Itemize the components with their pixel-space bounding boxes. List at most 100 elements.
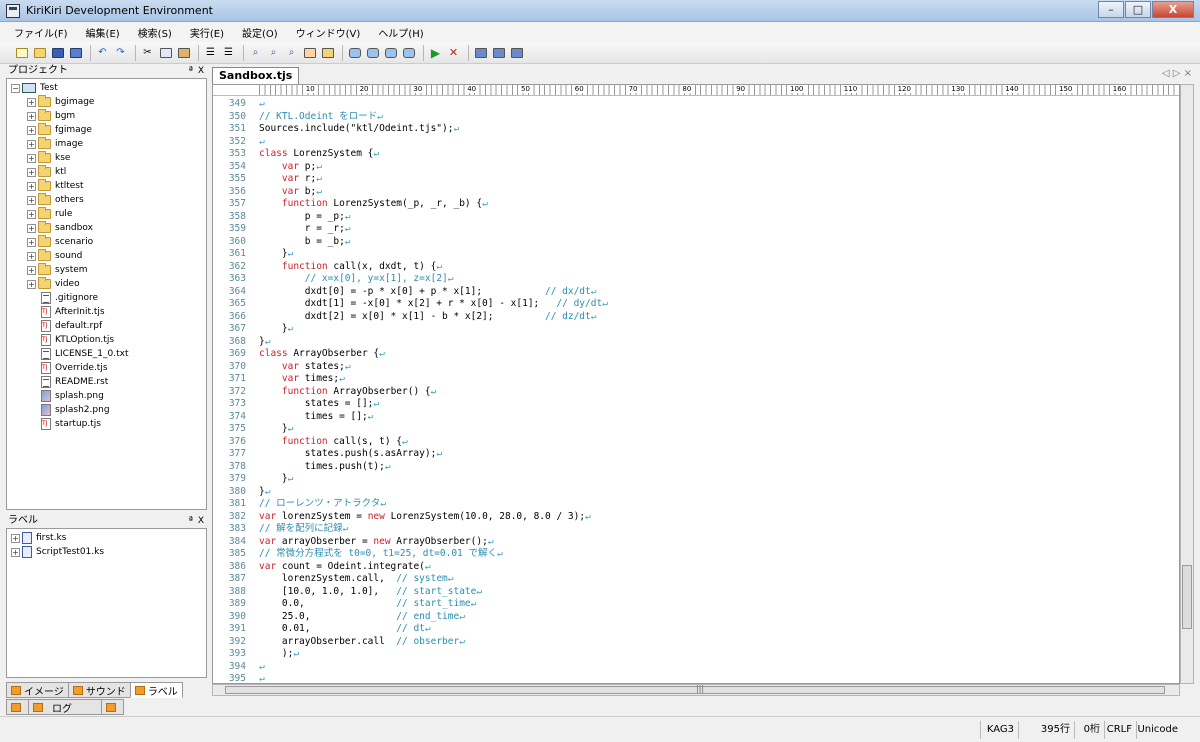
tree-folder[interactable]: + bgimage [27, 95, 94, 109]
code-line[interactable]: 387 lorenzSystem.call, // system↵ [213, 573, 1179, 586]
tool-1-icon[interactable] [473, 45, 488, 60]
expand-icon[interactable]: + [27, 111, 36, 121]
tree-folder[interactable]: + rule [27, 207, 72, 221]
label-file-item[interactable]: + first.ks [11, 531, 66, 545]
code-line[interactable]: 367 }↵ [213, 323, 1179, 336]
tree-root[interactable]: − Test [11, 81, 58, 95]
panel-close-icon[interactable]: X [198, 64, 204, 78]
code-line[interactable]: 389 0.0, // start_time↵ [213, 598, 1179, 611]
code-line[interactable]: 364 dxdt[0] = -p * x[0] + p * x[1]; // d… [213, 286, 1179, 299]
find-prev-icon[interactable]: ⌕ [284, 45, 299, 60]
menu-run[interactable]: 実行(E) [188, 23, 226, 42]
copy-icon[interactable] [158, 45, 173, 60]
code-line[interactable]: 385 // 常微分方程式を t0=0, t1=25, dt=0.01 で解く↵ [213, 548, 1179, 561]
cut-icon[interactable]: ✂ [140, 45, 155, 60]
code-line[interactable]: 368}↵ [213, 336, 1179, 349]
vertical-scrollbar[interactable] [1180, 84, 1194, 684]
code-line[interactable]: 394 ↵ [213, 661, 1179, 674]
expand-icon[interactable]: + [27, 167, 36, 177]
code-line[interactable]: 358 p = _p;↵ [213, 211, 1179, 224]
run-icon[interactable]: ▶ [428, 45, 443, 60]
code-line[interactable]: 379 }↵ [213, 473, 1179, 486]
expand-icon[interactable]: + [27, 265, 36, 275]
code-line[interactable]: 357 function LorenzSystem(_p, _r, _b) {↵ [213, 198, 1179, 211]
code-line[interactable]: 353 class LorenzSystem {↵ [213, 148, 1179, 161]
expand-icon[interactable]: + [27, 181, 36, 191]
code-line[interactable]: 370 var states;↵ [213, 361, 1179, 374]
label-tree[interactable]: + first.ks + ScriptTest01.ks [6, 528, 207, 678]
code-line[interactable]: 378 times.push(t);↵ [213, 461, 1179, 474]
minimize-button[interactable]: – [1098, 1, 1124, 18]
code-line[interactable]: 355 var r;↵ [213, 173, 1179, 186]
tree-folder[interactable]: + system [27, 263, 88, 277]
menu-help[interactable]: ヘルプ(H) [376, 23, 425, 42]
pin-icon[interactable]: ª [189, 64, 193, 78]
expand-icon[interactable]: + [11, 547, 20, 557]
log-tab[interactable]: ログ [28, 699, 102, 715]
redo-icon[interactable]: ↷ [113, 45, 128, 60]
undo-icon[interactable]: ↶ [95, 45, 110, 60]
code-line[interactable]: 381 // ローレンツ・アトラクタ↵ [213, 498, 1179, 511]
tree-file[interactable]: splash2.png [41, 403, 110, 417]
code-line[interactable]: 374 times = [];↵ [213, 411, 1179, 424]
tree-folder[interactable]: + kse [27, 151, 70, 165]
expand-icon[interactable]: + [27, 251, 36, 261]
code-line[interactable]: 363 // x=x[0], y=x[1], z=x[2]↵ [213, 273, 1179, 286]
code-editor[interactable]: 10 20 30 40 50 60 70 80 90 100 110 120 130 140 150 160 … [212, 84, 1180, 684]
tree-folder[interactable]: + image [27, 137, 83, 151]
menu-settings[interactable]: 設定(O) [240, 23, 280, 42]
code-line[interactable]: 366 dxdt[2] = x[0] * x[1] - b * x[2]; //… [213, 311, 1179, 324]
expand-icon[interactable]: + [27, 139, 36, 149]
code-line[interactable]: 388 [10.0, 1.0, 1.0], // start_state↵ [213, 586, 1179, 599]
menu-file[interactable]: ファイル(F) [12, 23, 70, 42]
indent-icon[interactable]: ☰ [203, 45, 218, 60]
code-line[interactable]: 377 states.push(s.asArray);↵ [213, 448, 1179, 461]
window-4-icon[interactable] [401, 45, 416, 60]
code-line[interactable]: 380}↵ [213, 486, 1179, 499]
maximize-button[interactable]: □ [1125, 1, 1151, 18]
code-line[interactable]: 371 var times;↵ [213, 373, 1179, 386]
code-line[interactable]: 392 arrayObserber.call // obserber↵ [213, 636, 1179, 649]
horizontal-scroll-thumb[interactable]: ||| [225, 684, 1165, 694]
tree-file[interactable]: KTLOption.tjs [41, 333, 114, 347]
code-line[interactable]: 350 // KTL.Odeint をロード↵ [213, 111, 1179, 124]
new-file-icon[interactable] [14, 45, 29, 60]
tree-file[interactable]: splash.png [41, 389, 104, 403]
replace-icon[interactable] [302, 45, 317, 60]
code-line[interactable]: 361 }↵ [213, 248, 1179, 261]
expand-icon[interactable]: + [27, 153, 36, 163]
expand-icon[interactable]: + [27, 97, 36, 107]
menu-window[interactable]: ウィンドウ(V) [294, 23, 363, 42]
tree-folder[interactable]: + fgimage [27, 123, 92, 137]
editor-tab[interactable]: Sandbox.tjs [212, 67, 300, 84]
tree-file[interactable]: README.rst [41, 375, 108, 389]
project-tree[interactable]: − Test + bgimage + bgm + fgimage + image + kse + kt… [6, 78, 207, 510]
window-3-icon[interactable] [383, 45, 398, 60]
tree-file[interactable]: default.rpf [41, 319, 102, 333]
code-line[interactable]: 386 var count = Odeint.integrate(↵ [213, 561, 1179, 574]
expand-icon[interactable]: + [11, 533, 20, 543]
tool-3-icon[interactable] [509, 45, 524, 60]
menu-edit[interactable]: 編集(E) [84, 23, 122, 42]
horizontal-scrollbar[interactable]: ||| [212, 684, 1180, 696]
menu-search[interactable]: 検索(S) [136, 23, 174, 42]
code-line[interactable]: 365 dxdt[1] = -x[0] * x[2] + r * x[0] - … [213, 298, 1179, 311]
window-1-icon[interactable] [347, 45, 362, 60]
tab-nav-controls[interactable]: ◁ ▷ × [1162, 68, 1192, 79]
code-line[interactable]: 375 }↵ [213, 423, 1179, 436]
stop-icon[interactable]: ✕ [446, 45, 461, 60]
tree-folder[interactable]: + bgm [27, 109, 75, 123]
tree-file[interactable]: startup.tjs [41, 417, 101, 431]
panel-close-icon[interactable]: X [198, 514, 204, 528]
code-line[interactable]: 359 r = _r;↵ [213, 223, 1179, 236]
tree-folder[interactable]: + others [27, 193, 84, 207]
label-file-item[interactable]: + ScriptTest01.ks [11, 545, 104, 559]
outdent-icon[interactable]: ☰ [221, 45, 236, 60]
tree-file[interactable]: .gitignore [41, 291, 98, 305]
code-line[interactable]: 382 var lorenzSystem = new LorenzSystem(1… [213, 511, 1179, 524]
code-line[interactable]: 354 var p;↵ [213, 161, 1179, 174]
code-line[interactable]: 349 ↵ [213, 98, 1179, 111]
code-line[interactable]: 395 ↵ [213, 673, 1179, 683]
code-line[interactable]: 360 b = _b;↵ [213, 236, 1179, 249]
code-line[interactable]: 351 Sources.include("ktl/Odeint.tjs");↵ [213, 123, 1179, 136]
